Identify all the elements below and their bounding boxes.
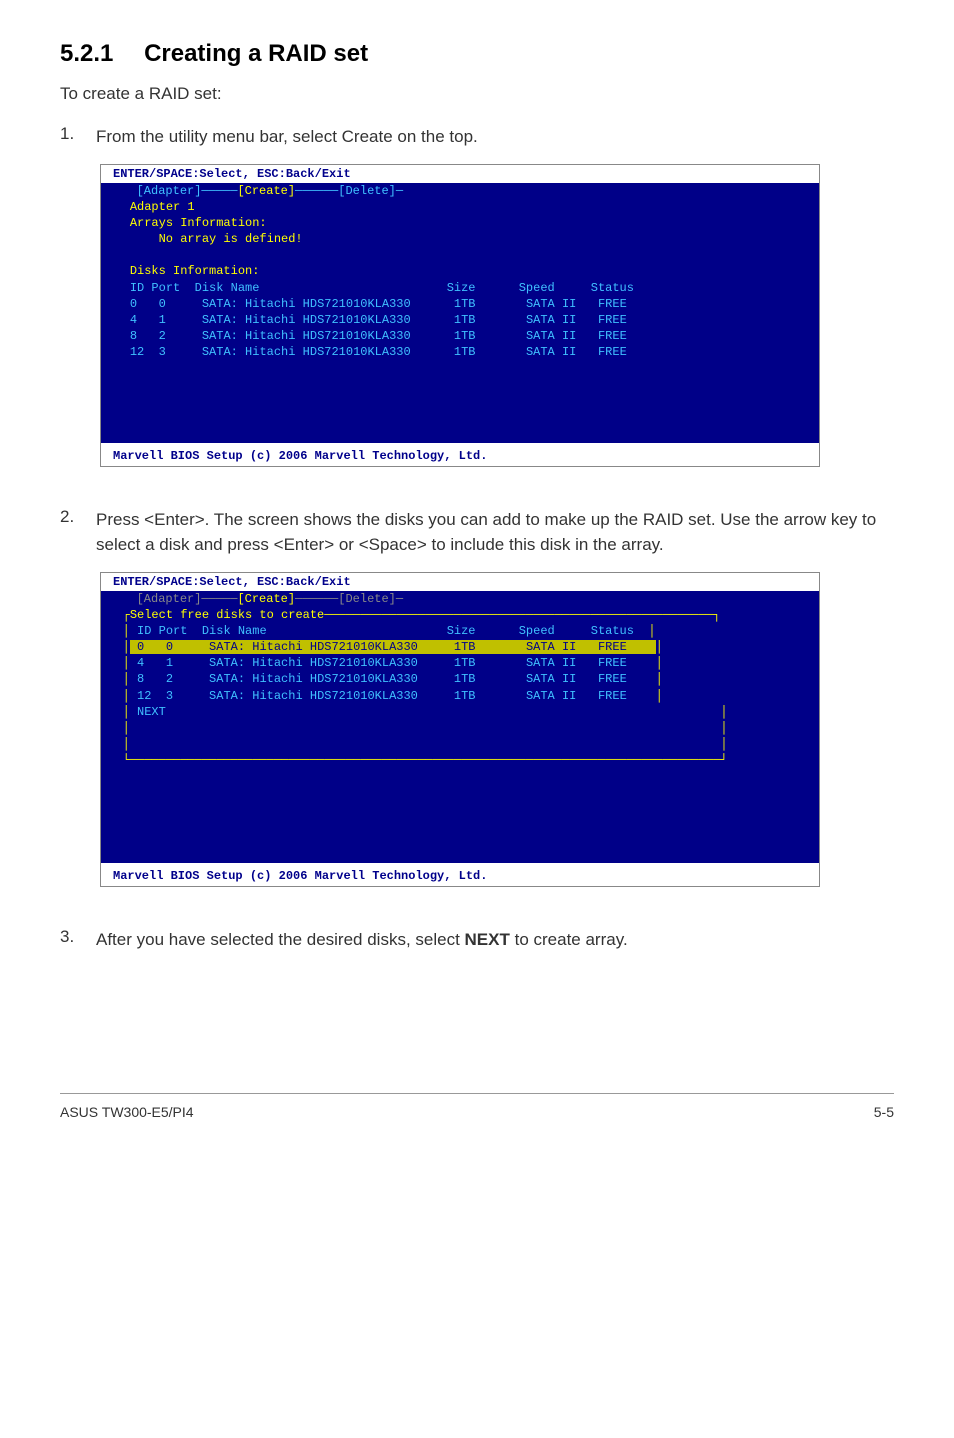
- step-number: 3.: [60, 927, 96, 953]
- select-free-disks-label: Select free disks to create: [130, 608, 324, 622]
- table-header-row: ID Port Disk Name Size Speed Status: [137, 624, 634, 638]
- section-heading: 5.2.1 Creating a RAID set: [60, 40, 894, 68]
- disk-row-3[interactable]: 12 3 SATA: Hitachi HDS721010KLA330 1TB S…: [130, 345, 627, 359]
- bios-help-bar: ENTER/SPACE:Select, ESC:Back/Exit: [101, 165, 819, 183]
- footer-product: ASUS TW300-E5/PI4: [60, 1104, 194, 1120]
- table-header-row: ID Port Disk Name Size Speed Status: [130, 281, 634, 295]
- bios-screenshot-2: ENTER/SPACE:Select, ESC:Back/Exit [Adapt…: [100, 572, 820, 888]
- footer-page-number: 5-5: [874, 1104, 894, 1120]
- disk-row-3[interactable]: 12 3 SATA: Hitachi HDS721010KLA330 1TB S…: [137, 689, 627, 703]
- adapter-label: Adapter 1: [130, 200, 195, 214]
- bios-screen: [Adapter]─────[Create]──────[Delete]─ ┌S…: [101, 591, 819, 864]
- disk-row-2[interactable]: 8 2 SATA: Hitachi HDS721010KLA330 1TB SA…: [137, 672, 627, 686]
- menu-delete[interactable]: [Delete]: [338, 184, 396, 198]
- menu-create-selected[interactable]: [Create]: [237, 592, 295, 606]
- step-text: After you have selected the desired disk…: [96, 927, 894, 953]
- section-title: Creating a RAID set: [144, 40, 368, 67]
- menu-create-selected[interactable]: [Create]: [237, 184, 295, 198]
- step-text: From the utility menu bar, select Create…: [96, 124, 894, 150]
- step-number: 1.: [60, 124, 96, 150]
- bios-footer: Marvell BIOS Setup (c) 2006 Marvell Tech…: [101, 863, 819, 886]
- intro-text: To create a RAID set:: [60, 84, 894, 104]
- disk-row-1[interactable]: 4 1 SATA: Hitachi HDS721010KLA330 1TB SA…: [137, 656, 627, 670]
- disk-row-1[interactable]: 4 1 SATA: Hitachi HDS721010KLA330 1TB SA…: [130, 313, 627, 327]
- bios-footer: Marvell BIOS Setup (c) 2006 Marvell Tech…: [101, 443, 819, 466]
- disk-row-2[interactable]: 8 2 SATA: Hitachi HDS721010KLA330 1TB SA…: [130, 329, 627, 343]
- step-number: 2.: [60, 507, 96, 558]
- step-3: 3. After you have selected the desired d…: [60, 927, 894, 953]
- disk-row-0[interactable]: 0 0 SATA: Hitachi HDS721010KLA330 1TB SA…: [130, 297, 627, 311]
- bios-screenshot-1: ENTER/SPACE:Select, ESC:Back/Exit [Adapt…: [100, 164, 820, 467]
- section-number: 5.2.1: [60, 40, 113, 67]
- menu-adapter-dim: [Adapter]: [137, 592, 202, 606]
- arrays-info-label: Arrays Information:: [130, 216, 267, 230]
- step-text: Press <Enter>. The screen shows the disk…: [96, 507, 894, 558]
- bios-help-bar: ENTER/SPACE:Select, ESC:Back/Exit: [101, 573, 819, 591]
- disks-info-label: Disks Information:: [130, 264, 260, 278]
- menu-delete-dim: [Delete]: [338, 592, 396, 606]
- bios-screen: [Adapter]─────[Create]──────[Delete]─ Ad…: [101, 183, 819, 443]
- no-array-msg: No array is defined!: [159, 232, 303, 246]
- disk-row-selected[interactable]: 0 0 SATA: Hitachi HDS721010KLA330 1TB SA…: [130, 640, 656, 654]
- menu-adapter[interactable]: [Adapter]: [137, 184, 202, 198]
- page-footer: ASUS TW300-E5/PI4 5-5: [60, 1093, 894, 1120]
- next-option[interactable]: NEXT: [137, 705, 166, 719]
- step-2: 2. Press <Enter>. The screen shows the d…: [60, 507, 894, 558]
- step-1: 1. From the utility menu bar, select Cre…: [60, 124, 894, 150]
